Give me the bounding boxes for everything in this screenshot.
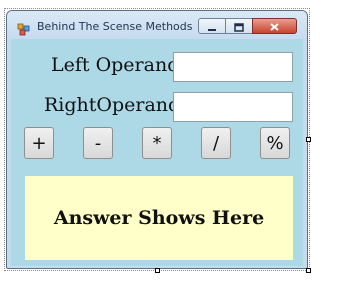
title-bar[interactable]: Behind The Scense Methods: [7, 11, 307, 39]
multiply-button[interactable]: *: [142, 127, 172, 159]
subtract-button[interactable]: -: [83, 127, 113, 159]
form-window: Behind The Scense Methods Left Operand R…: [6, 10, 308, 269]
right-operand-label: RightOperand: [44, 94, 181, 116]
close-button[interactable]: [252, 18, 297, 34]
resize-handle-bottom[interactable]: [155, 268, 160, 273]
answer-label: Answer Shows Here: [53, 207, 265, 229]
right-operand-input[interactable]: [173, 92, 293, 122]
maximize-button[interactable]: [225, 18, 253, 34]
resize-handle-corner[interactable]: [306, 268, 311, 273]
minimize-button[interactable]: [198, 18, 226, 34]
add-button[interactable]: +: [24, 127, 54, 159]
answer-panel: Answer Shows Here: [25, 176, 293, 260]
form-client-area: Left Operand RightOperand + - * / % Answ…: [11, 39, 303, 266]
left-operand-label: Left Operand: [51, 54, 180, 76]
maximize-icon: [234, 17, 244, 36]
app-icon: [17, 21, 31, 36]
close-icon: [269, 17, 280, 36]
resize-handle-right[interactable]: [306, 137, 311, 142]
divide-button[interactable]: /: [201, 127, 231, 159]
modulo-button[interactable]: %: [260, 127, 290, 159]
minimize-icon: [207, 17, 217, 36]
window-title: Behind The Scense Methods: [37, 20, 193, 33]
left-operand-input[interactable]: [173, 52, 293, 82]
